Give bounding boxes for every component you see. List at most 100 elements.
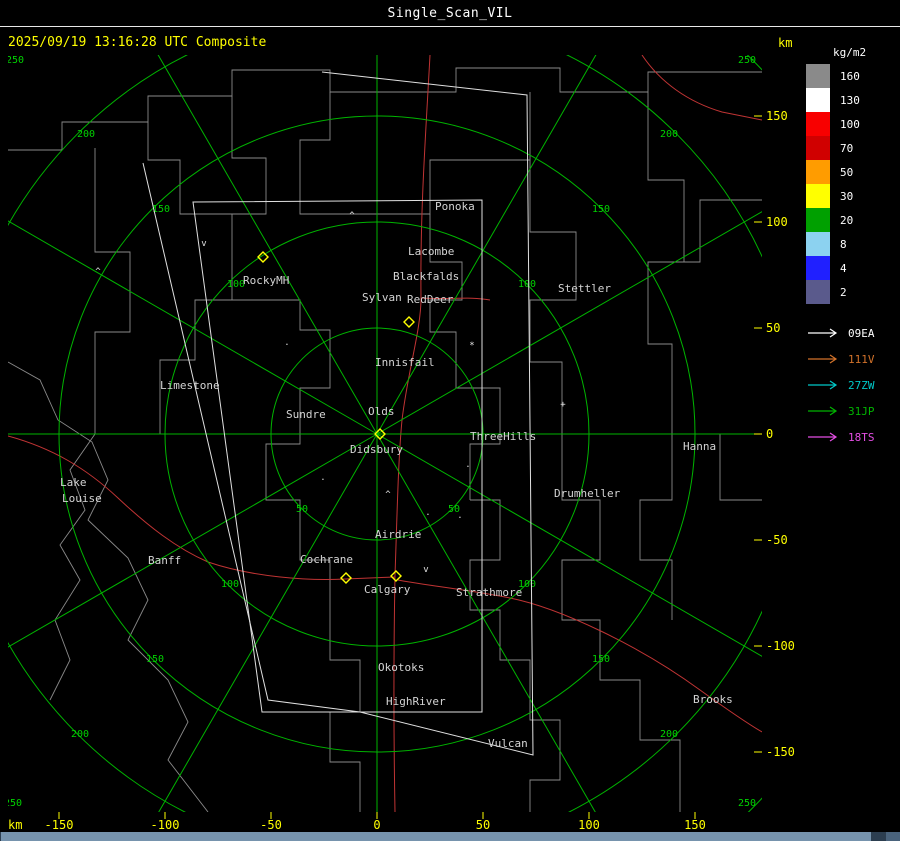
site-id-label: 27ZW xyxy=(848,378,875,392)
axis-tick-label: -50 xyxy=(260,818,282,832)
legend-unit-label: kg/m2 xyxy=(833,46,867,59)
azimuth-line xyxy=(158,433,378,812)
range-label: 200 xyxy=(71,729,89,740)
axis-tick-label: 100 xyxy=(766,215,788,229)
boundary-line xyxy=(299,92,531,215)
site-legend-row: 09EA xyxy=(806,320,898,346)
city-label: Strathmore xyxy=(456,586,522,599)
range-label: 250 xyxy=(4,798,22,809)
range-label: 100 xyxy=(518,279,536,290)
range-label: 200 xyxy=(660,129,678,140)
site-id-label: 111V xyxy=(848,352,875,366)
point-marker: v xyxy=(423,565,428,575)
point-marker: . xyxy=(457,511,462,521)
range-ring xyxy=(746,55,762,812)
city-label: Drumheller xyxy=(554,487,621,500)
scrollbar-thumb[interactable] xyxy=(1,832,871,841)
city-label: Louise xyxy=(62,492,102,505)
color-scale-swatch xyxy=(806,64,830,88)
site-id-label: 18TS xyxy=(848,430,875,444)
boundary-line xyxy=(147,122,232,215)
scrollbar-right-button[interactable] xyxy=(886,832,900,841)
point-marker: . xyxy=(284,338,289,348)
color-scale-value: 70 xyxy=(840,141,854,155)
color-scale-swatch xyxy=(806,280,830,304)
city-label: Banff xyxy=(148,554,181,567)
city-label: RockyMH xyxy=(243,274,289,287)
color-scale-value: 160 xyxy=(840,69,860,83)
color-scale-row: 100 xyxy=(806,112,898,136)
color-scale-row: 8 xyxy=(806,232,898,256)
axis-tick-label: 0 xyxy=(766,427,773,441)
radar-site-marker xyxy=(390,570,402,582)
point-marker: + xyxy=(560,400,566,410)
city-label: Sylvan xyxy=(362,291,402,304)
point-marker: ^ xyxy=(95,267,101,277)
city-label: Vulcan xyxy=(488,737,528,750)
color-scale-value: 130 xyxy=(840,93,860,107)
city-label: Brooks xyxy=(693,693,733,706)
boundary-line xyxy=(94,148,131,434)
site-legend: 09EA 111V 27ZW 31JP 18TS xyxy=(806,320,898,450)
point-marker: . xyxy=(425,508,430,518)
range-label: 200 xyxy=(660,729,678,740)
range-label: 150 xyxy=(592,204,610,215)
color-scale-swatch xyxy=(806,112,830,136)
site-id-label: 31JP xyxy=(848,404,875,418)
city-label: HighRiver xyxy=(386,695,446,708)
color-scale-value: 50 xyxy=(840,165,854,179)
axis-tick-label: 50 xyxy=(476,818,490,832)
range-label: 50 xyxy=(296,504,308,515)
boundary-line xyxy=(529,160,681,812)
color-scale-swatch xyxy=(806,232,830,256)
city-label: Olds xyxy=(368,405,395,418)
color-scale-row: 50 xyxy=(806,160,898,184)
radar-site-marker xyxy=(340,572,352,584)
city-label: Limestone xyxy=(160,379,220,392)
site-legend-row: 111V xyxy=(806,346,898,372)
site-arrow-icon xyxy=(808,328,838,338)
city-label: Didsbury xyxy=(350,443,403,456)
city-label: Stettler xyxy=(558,282,611,295)
color-scale-row: 2 xyxy=(806,280,898,304)
color-scale-value: 4 xyxy=(840,261,847,275)
color-scale-swatch xyxy=(806,256,830,280)
axis-tick-label: 100 xyxy=(578,818,600,832)
range-label: 250 xyxy=(6,55,24,66)
radar-site-marker xyxy=(403,316,415,328)
site-id-label: 09EA xyxy=(848,326,875,340)
azimuth-line xyxy=(376,433,762,657)
range-label: 200 xyxy=(77,129,95,140)
site-legend-row: 18TS xyxy=(806,424,898,450)
point-marker: v xyxy=(201,239,206,249)
point-marker: . xyxy=(320,473,325,483)
radar-map[interactable]: 250200150100 1001502002505010015020025050… xyxy=(0,0,900,841)
horizontal-scrollbar[interactable] xyxy=(0,832,900,841)
point-marker: ^ xyxy=(385,490,391,500)
color-scale-swatch xyxy=(806,136,830,160)
scan-area-outline xyxy=(321,71,534,756)
city-label: RedDeer xyxy=(407,293,454,306)
city-label: ThreeHills xyxy=(470,430,536,443)
point-marker: . xyxy=(465,460,470,470)
point-marker: * xyxy=(469,341,474,351)
site-legend-row: 31JP xyxy=(806,398,898,424)
boundary-line xyxy=(469,499,561,812)
axis-tick-label: -100 xyxy=(766,639,795,653)
site-legend-row: 27ZW xyxy=(806,372,898,398)
color-scale-value: 100 xyxy=(840,117,860,131)
scan-area-outline xyxy=(142,162,361,713)
boundary-line xyxy=(639,92,685,620)
boundary-line xyxy=(684,199,762,263)
color-scale-value: 2 xyxy=(840,285,847,299)
point-marker: ^ xyxy=(349,211,355,221)
axis-tick-label: 0 xyxy=(373,818,380,832)
color-scale-row: 30 xyxy=(806,184,898,208)
axis-tick-label: -150 xyxy=(45,818,74,832)
range-label: 150 xyxy=(592,654,610,665)
site-arrow-icon xyxy=(808,432,838,442)
color-scale-row: 70 xyxy=(806,136,898,160)
azimuth-line xyxy=(8,220,378,435)
radar-app-window: Single_Scan_VIL 2025/09/19 13:16:28 UTC … xyxy=(0,0,900,841)
color-scale-row: 160 xyxy=(806,64,898,88)
